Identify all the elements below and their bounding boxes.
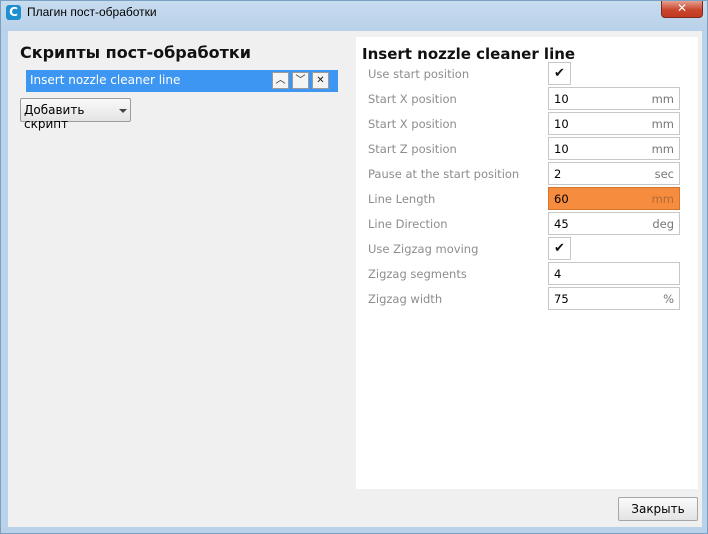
use-zigzag-checkbox[interactable]: ✔ [548,237,571,260]
script-settings-panel: Insert nozzle cleaner line Use start pos… [356,37,698,489]
line-direction-field[interactable]: 45 deg [548,212,680,235]
setting-label: Line Length [368,192,436,206]
script-list-item[interactable]: Insert nozzle cleaner line ︿ ﹀ ✕ [26,70,338,92]
start-z-position-field[interactable]: 10 mm [548,137,680,160]
field-unit: deg [652,217,674,231]
setting-label: Pause at the start position [368,167,520,181]
setting-label: Line Direction [368,217,448,231]
setting-label: Start Z position [368,142,457,156]
field-value: 60 [554,192,569,206]
use-start-position-checkbox[interactable]: ✔ [548,62,571,85]
checkmark-icon: ✔ [554,241,565,256]
zigzag-width-field[interactable]: 75 % [548,287,680,310]
zigzag-segments-field[interactable]: 4 [548,262,680,285]
field-value: 4 [554,267,562,281]
add-script-label: Добавить скрипт [24,103,85,131]
settings-heading: Insert nozzle cleaner line [362,45,576,63]
field-value: 75 [554,292,569,306]
field-value: 10 [554,117,569,131]
field-value: 45 [554,217,569,231]
field-unit: mm [651,92,674,106]
field-unit: mm [651,117,674,131]
line-length-field[interactable]: 60 mm [548,187,680,210]
setting-label: Use start position [368,67,470,81]
field-unit: mm [651,192,674,206]
window-close-button[interactable]: ✕ [661,1,703,18]
setting-label: Zigzag width [368,292,443,306]
field-unit: mm [651,142,674,156]
close-icon[interactable]: ✕ [312,72,329,89]
cura-app-icon: C [6,5,21,20]
start-x-position-field-2[interactable]: 10 mm [548,112,680,135]
field-unit: sec [654,167,674,181]
chevron-down-icon[interactable]: ﹀ [292,72,309,89]
setting-label: Start X position [368,117,457,131]
close-dialog-button[interactable]: Закрыть [618,497,698,521]
field-value: 10 [554,142,569,156]
title-bar[interactable]: C Плагин пост-обработки ✕ [1,1,707,25]
setting-label: Start X position [368,92,457,106]
plugin-window: C Плагин пост-обработки ✕ Скрипты пост-о… [0,0,708,534]
add-script-button[interactable]: Добавить скрипт [20,98,131,131]
setting-label: Zigzag segments [368,267,467,281]
setting-label: Use Zigzag moving [368,242,479,256]
window-title: Плагин пост-обработки [27,5,157,19]
pause-start-field[interactable]: 2 sec [548,162,680,185]
start-x-position-field[interactable]: 10 mm [548,87,680,110]
field-unit: % [663,292,674,306]
dropdown-arrow-icon [119,109,127,113]
dialog-body: Скрипты пост-обработки Insert nozzle cle… [8,31,702,527]
checkmark-icon: ✔ [554,66,565,81]
field-value: 10 [554,92,569,106]
chevron-up-icon[interactable]: ︿ [272,72,289,89]
field-value: 2 [554,167,562,181]
script-item-label: Insert nozzle cleaner line [30,73,181,87]
scripts-heading: Скрипты пост-обработки [20,43,251,62]
